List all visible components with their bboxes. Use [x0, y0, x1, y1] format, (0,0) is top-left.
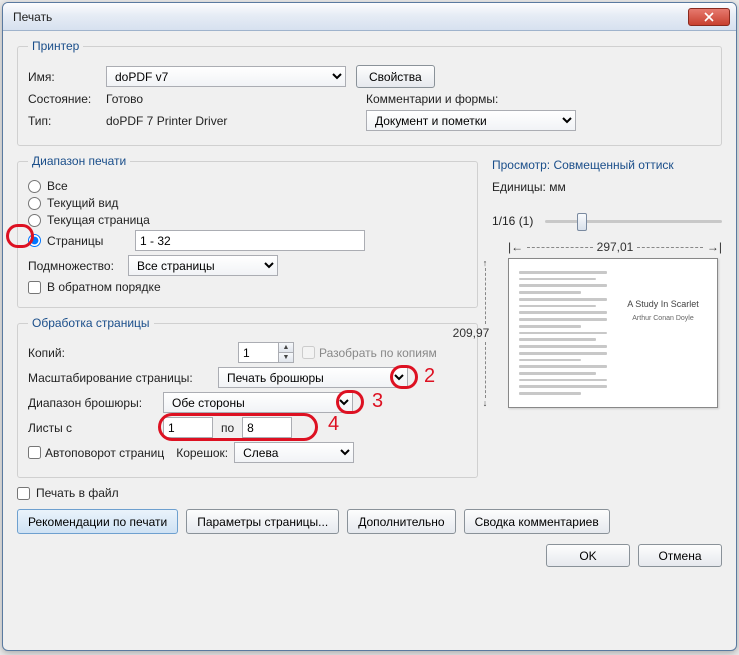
radio-current-page-label: Текущая страница [47, 213, 150, 227]
copies-spin-buttons[interactable]: ▲▼ [278, 342, 294, 363]
annotation-number-4: 4 [328, 413, 339, 436]
advanced-button[interactable]: Дополнительно [347, 509, 455, 534]
printer-name-combo[interactable]: doPDF v7 [106, 66, 346, 87]
preview-header: Просмотр: Совмещенный оттиск [492, 158, 722, 172]
annotation-number-2: 2 [424, 365, 435, 388]
reverse-check[interactable] [28, 281, 41, 294]
comments-forms-combo[interactable]: Документ и пометки [366, 110, 576, 131]
radio-current-view-label: Текущий вид [47, 196, 118, 210]
page-height-value: 209,97 [453, 326, 490, 340]
ok-button[interactable]: OK [546, 544, 630, 567]
page-handling-legend: Обработка страницы [28, 316, 154, 330]
zoom-slider[interactable] [545, 220, 722, 223]
comments-forms-label: Комментарии и формы: [366, 92, 498, 106]
sheets-to-label: по [221, 421, 234, 435]
sheets-from-input[interactable] [163, 417, 213, 438]
cancel-button[interactable]: Отмена [638, 544, 722, 567]
page-setup-button[interactable]: Параметры страницы... [186, 509, 339, 534]
print-to-file-check[interactable] [17, 487, 30, 500]
collate-check [302, 346, 315, 359]
chevron-down-icon[interactable]: ▼ [279, 353, 293, 362]
properties-button[interactable]: Свойства [356, 65, 435, 88]
printer-status-value: Готово [106, 92, 366, 106]
subset-label: Подмножество: [28, 259, 128, 273]
units-label: Единицы: мм [492, 180, 722, 194]
booklet-range-combo[interactable]: Обе стороны [163, 392, 353, 413]
print-range-group: Диапазон печати Все Текущий вид Текущая … [17, 154, 478, 308]
copies-spinner[interactable]: ▲▼ [238, 342, 294, 363]
binding-combo[interactable]: Слева [234, 442, 354, 463]
chevron-up-icon[interactable]: ▲ [279, 343, 293, 353]
print-dialog: Печать Принтер Имя: doPDF v7 Свойства Со… [2, 2, 737, 651]
printer-type-label: Тип: [28, 114, 106, 128]
collate-label: Разобрать по копиям [319, 346, 437, 360]
printing-tips-button[interactable]: Рекомендации по печати [17, 509, 178, 534]
printer-type-value: doPDF 7 Printer Driver [106, 114, 366, 128]
radio-current-page[interactable] [28, 214, 41, 227]
printer-group: Принтер Имя: doPDF v7 Свойства Состояние… [17, 39, 722, 146]
zoom-label: 1/16 (1) [492, 214, 533, 228]
page-handling-group: Обработка страницы Копий: ▲▼ Разобрать п… [17, 316, 478, 478]
binding-label: Корешок: [176, 446, 228, 460]
radio-current-view[interactable] [28, 197, 41, 210]
printer-status-label: Состояние: [28, 92, 106, 106]
preview-left-page [519, 269, 607, 397]
slider-thumb[interactable] [577, 213, 587, 231]
titlebar: Печать [3, 3, 736, 31]
dimension-top: |←297,01→| [508, 240, 722, 254]
scaling-label: Масштабирование страницы: [28, 371, 218, 385]
printer-legend: Принтер [28, 39, 83, 53]
pages-input[interactable] [135, 230, 365, 251]
copies-label: Копий: [28, 346, 238, 360]
annotation-number-3: 3 [372, 390, 383, 413]
preview-box: |←297,01→| ↑209,97↓ [492, 258, 722, 408]
radio-all-label: Все [47, 179, 68, 193]
sheets-to-input[interactable] [242, 417, 292, 438]
print-to-file-label: Печать в файл [36, 486, 119, 500]
radio-pages[interactable] [28, 234, 41, 247]
page-width-value: 297,01 [597, 240, 634, 254]
print-range-legend: Диапазон печати [28, 154, 130, 168]
window-title: Печать [13, 10, 688, 24]
booklet-range-label: Диапазон брошюры: [28, 396, 163, 410]
comments-summary-button[interactable]: Сводка комментариев [464, 509, 610, 534]
autorotate-check[interactable] [28, 446, 41, 459]
radio-all[interactable] [28, 180, 41, 193]
subset-combo[interactable]: Все страницы [128, 255, 278, 276]
dimension-left: ↑209,97↓ [478, 258, 492, 408]
page-preview: A Study In Scarlet Arthur Conan Doyle [508, 258, 718, 408]
preview-author: Arthur Conan Doyle [619, 315, 707, 322]
scaling-combo[interactable]: Печать брошюры [218, 367, 408, 388]
radio-pages-label: Страницы [47, 234, 129, 248]
close-button[interactable] [688, 8, 730, 26]
preview-title: A Study In Scarlet [619, 299, 707, 309]
preview-right-page: A Study In Scarlet Arthur Conan Doyle [619, 269, 707, 397]
close-icon [704, 12, 714, 22]
copies-input[interactable] [238, 342, 278, 363]
autorotate-label: Автоповорот страниц [45, 446, 164, 460]
printer-name-label: Имя: [28, 70, 106, 84]
reverse-label: В обратном порядке [47, 280, 161, 294]
sheets-from-label: Листы с [28, 421, 163, 435]
